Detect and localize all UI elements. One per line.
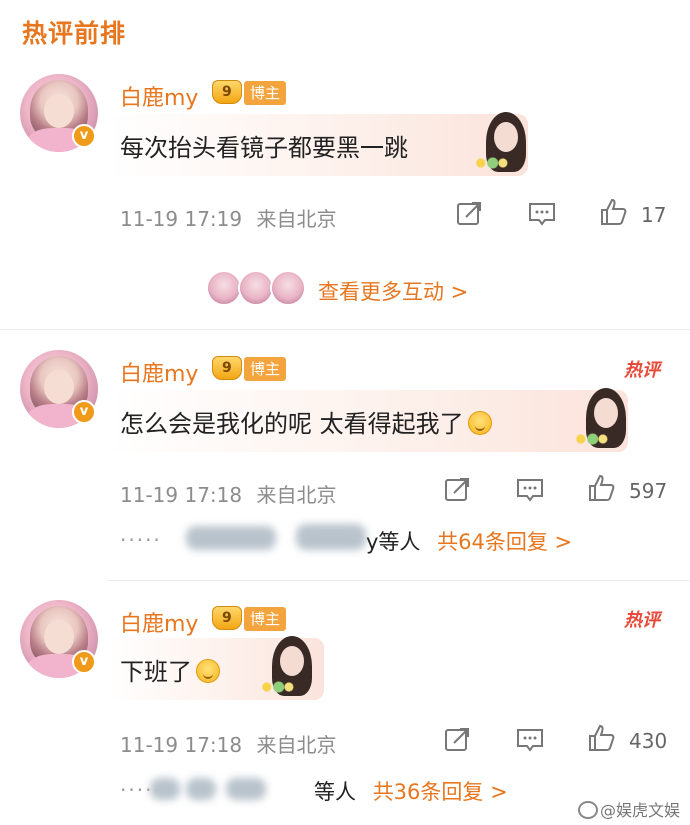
comment-text: 怎么会是我化的呢 太看得起我了 xyxy=(120,404,492,439)
comment-location: 来自北京 xyxy=(256,733,337,757)
reply-count[interactable]: 共64条回复 > xyxy=(437,530,572,554)
more-interactions-row[interactable]: 查看更多互动 > xyxy=(0,262,690,312)
bubble-sticker-image xyxy=(574,386,634,452)
like-icon[interactable] xyxy=(586,723,620,753)
blurred-username xyxy=(186,778,216,800)
comment-location: 来自北京 xyxy=(256,483,337,507)
username[interactable]: 白鹿my xyxy=(120,80,198,112)
comment-time: 11-19 17:18 xyxy=(120,483,243,507)
like-icon[interactable] xyxy=(598,197,632,227)
comment-bubble[interactable]: 怎么会是我化的呢 太看得起我了 xyxy=(108,388,628,452)
comment-time: 11-19 17:18 xyxy=(120,733,243,757)
author-tag: 博主 xyxy=(244,357,287,381)
verified-icon: v xyxy=(72,650,96,674)
weibo-logo-icon xyxy=(577,801,598,819)
reply-users: y等人 xyxy=(366,530,421,554)
share-icon[interactable] xyxy=(442,725,476,755)
like-icon[interactable] xyxy=(586,473,620,503)
comment-location: 来自北京 xyxy=(256,207,337,231)
avatar xyxy=(238,270,274,306)
bubble-sticker-image xyxy=(260,634,320,700)
share-icon[interactable] xyxy=(442,475,476,505)
username[interactable]: 白鹿my xyxy=(120,606,198,638)
ellipsis: ····· xyxy=(120,528,162,552)
hot-comment-tag: 热评 xyxy=(624,610,660,631)
replies-link[interactable]: y等人 共64条回复 > xyxy=(366,526,572,556)
bubble-sticker-image xyxy=(474,110,534,176)
crown-icon: 9 xyxy=(210,80,244,106)
author-tag: 博主 xyxy=(244,81,287,105)
author-tag: 博主 xyxy=(244,607,287,631)
hot-comment-tag: 热评 xyxy=(624,360,660,381)
comment-meta: 11-19 17:19 来自北京 xyxy=(120,203,336,232)
verified-icon: v xyxy=(72,400,96,424)
blurred-username xyxy=(296,524,366,550)
crown-icon: 9 xyxy=(210,606,244,632)
divider xyxy=(0,329,690,330)
share-icon[interactable] xyxy=(454,199,488,229)
like-count: 430 xyxy=(629,729,668,753)
comment-time: 11-19 17:19 xyxy=(120,207,243,231)
replies-link[interactable]: 等人 共36条回复 > xyxy=(314,776,508,806)
crown-icon: 9 xyxy=(210,356,244,382)
comment-text: 下班了 xyxy=(120,652,220,687)
avatar xyxy=(270,270,306,306)
blurred-username xyxy=(186,526,276,550)
blurred-username xyxy=(226,778,266,800)
username[interactable]: 白鹿my xyxy=(120,356,198,388)
comment-icon[interactable] xyxy=(515,725,549,755)
reply-users: 等人 xyxy=(314,780,356,804)
comment-bubble[interactable]: 下班了 xyxy=(108,636,324,700)
like-count: 17 xyxy=(641,203,667,227)
divider xyxy=(108,580,690,581)
more-interactions-link[interactable]: 查看更多互动 > xyxy=(318,276,468,306)
reply-count[interactable]: 共36条回复 > xyxy=(373,780,508,804)
section-title: 热评前排 xyxy=(22,19,127,48)
sticker-emoji-icon xyxy=(196,659,220,683)
blurred-username xyxy=(150,778,180,800)
comment-text: 每次抬头看镜子都要黑一跳 xyxy=(120,134,408,162)
avatar xyxy=(206,270,242,306)
comment-bubble[interactable]: 每次抬头看镜子都要黑一跳 xyxy=(108,112,528,176)
verified-icon: v xyxy=(72,124,96,148)
comment-icon[interactable] xyxy=(527,199,561,229)
comment-meta: 11-19 17:18 来自北京 xyxy=(120,729,336,758)
comment-icon[interactable] xyxy=(515,475,549,505)
smile-emoji-icon xyxy=(467,411,492,435)
like-count: 597 xyxy=(629,479,668,503)
comment-meta: 11-19 17:18 来自北京 xyxy=(120,479,336,508)
watermark: @娱虎文娱 xyxy=(577,797,680,821)
